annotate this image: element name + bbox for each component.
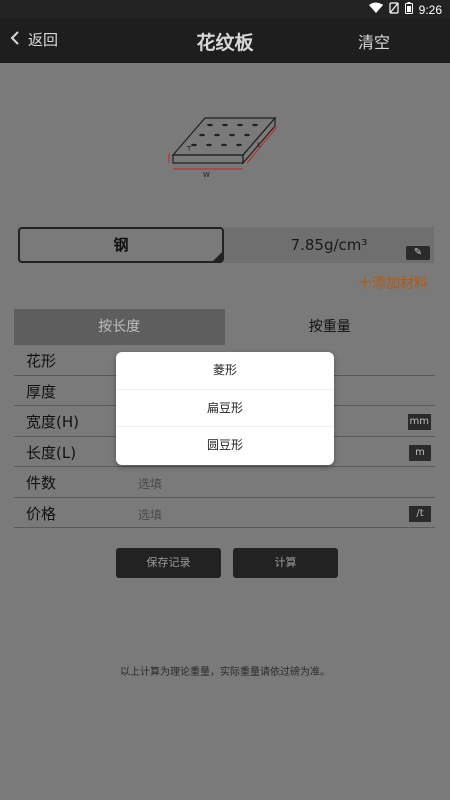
material-row: 钢 7.85g/cm³ ✎ — [18, 227, 434, 263]
width-field-label: 宽度(H) — [26, 413, 79, 431]
length-field-label: 长度(L) — [26, 443, 77, 462]
material-selector[interactable]: 钢 — [18, 227, 224, 263]
plate-diagram: T W L — [165, 113, 285, 183]
density-display[interactable]: 7.85g/cm³ ✎ — [224, 227, 434, 263]
density-value: 7.85g/cm³ — [290, 236, 368, 254]
battery-icon — [404, 2, 413, 17]
status-bar: 9:26 — [0, 0, 450, 18]
price-unit-selector[interactable]: /t — [409, 505, 431, 522]
material-name: 钢 — [113, 236, 129, 254]
calculate-button[interactable]: 计算 — [233, 548, 338, 578]
price-input[interactable]: 选填 — [138, 506, 162, 523]
width-label: W — [203, 171, 210, 179]
status-time: 9:26 — [418, 2, 442, 17]
no-sim-icon — [389, 2, 399, 17]
option-round-bean[interactable]: 圆豆形 — [116, 427, 334, 465]
thickness-field-label: 厚度 — [26, 382, 57, 401]
tab-by-length[interactable]: 按长度 — [14, 309, 225, 345]
clear-button[interactable]: 清空 — [358, 29, 390, 53]
length-label: L — [257, 141, 261, 149]
action-buttons: 保存记录 计算 — [116, 548, 338, 578]
status-icons: 9:26 — [368, 2, 442, 17]
add-material-link[interactable]: 十添加材料 — [358, 273, 428, 293]
quantity-input[interactable]: 选填 — [138, 475, 162, 492]
form-row-price: 价格 选填 /t — [14, 498, 435, 528]
save-record-button[interactable]: 保存记录 — [116, 548, 221, 578]
option-lentil[interactable]: 扁豆形 — [116, 390, 334, 428]
pattern-popup: 菱形 扁豆形 圆豆形 — [116, 352, 334, 465]
edit-icon[interactable]: ✎ — [406, 246, 430, 260]
pattern-label: 花形 — [26, 352, 57, 370]
corner-marker-icon — [213, 252, 222, 261]
disclaimer-note: 以上计算为理论重量，实际重量请依过磅为准。 — [120, 667, 330, 678]
width-unit-selector[interactable]: mm — [407, 414, 431, 430]
length-unit-selector[interactable]: m — [409, 444, 431, 461]
quantity-field-label: 件数 — [26, 474, 57, 492]
mode-tabs: 按长度 按重量 — [14, 309, 435, 345]
price-field-label: 价格 — [26, 504, 57, 523]
thickness-label: T — [187, 145, 192, 153]
form-row-quantity: 件数 选填 — [14, 467, 435, 498]
tab-by-weight[interactable]: 按重量 — [224, 309, 435, 345]
wifi-icon — [368, 2, 383, 17]
option-diamond[interactable]: 菱形 — [116, 352, 334, 390]
nav-bar: 返回 花纹板 清空 — [0, 18, 450, 63]
